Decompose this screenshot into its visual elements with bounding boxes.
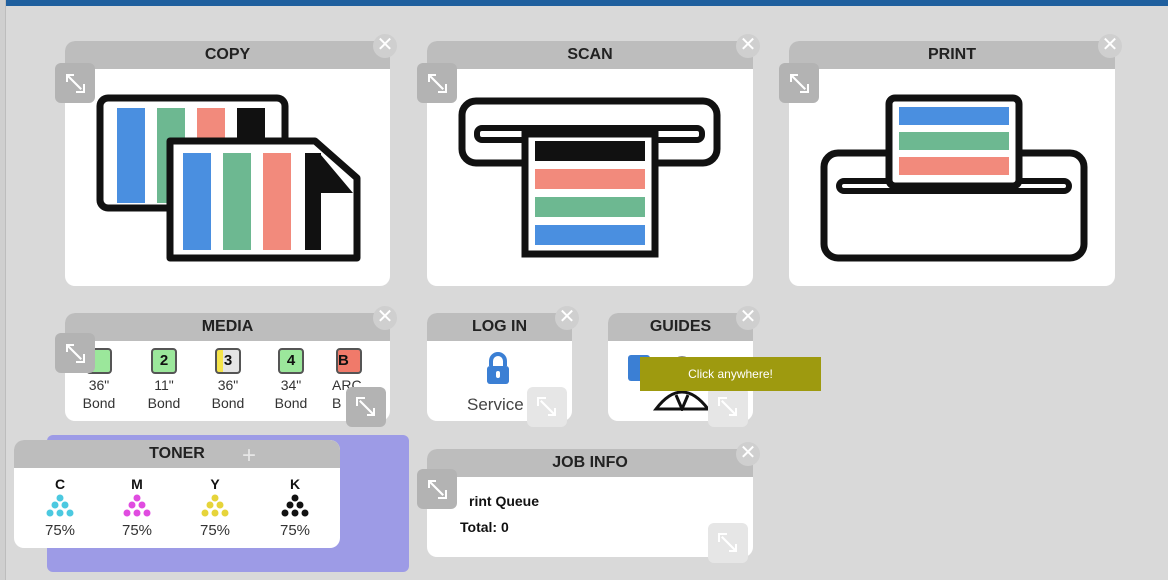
- copy-title: COPY: [65, 41, 390, 69]
- toner-cyan-dots-icon: [46, 494, 74, 517]
- media-tile[interactable]: MEDIA ✕ 36" Bond 2 11" Bond 3 36" Bond 4…: [55, 306, 397, 427]
- top-accent-bar: [0, 0, 1168, 6]
- toner-yellow-letter: Y: [210, 476, 220, 492]
- print-title: PRINT: [789, 41, 1115, 69]
- click-anywhere-tooltip[interactable]: Click anywhere!: [640, 357, 821, 391]
- media-close-icon[interactable]: ✕: [373, 306, 397, 330]
- media-size-1: 36": [88, 377, 110, 393]
- media-badge-5: B: [336, 348, 362, 374]
- jobinfo-tile[interactable]: JOB INFO ✕ rint Queue Total: 0: [417, 442, 760, 563]
- toner-magenta-dots-icon: [123, 494, 151, 517]
- toner-title: TONER: [14, 440, 340, 468]
- scan-close-icon[interactable]: ✕: [736, 34, 760, 58]
- media-size-2: 11": [154, 377, 174, 393]
- media-item-2[interactable]: 2 11" Bond: [142, 348, 186, 412]
- toner-black-letter: K: [289, 476, 301, 492]
- media-type-1: Bond: [82, 395, 116, 411]
- print-illustration-icon: [820, 94, 1088, 262]
- login-service-label: Service: [467, 395, 524, 414]
- media-type-3: Bond: [211, 395, 245, 411]
- media-resize-icon[interactable]: [346, 387, 386, 427]
- login-tile[interactable]: LOG IN ✕ Service: [427, 306, 579, 427]
- media-badge-3: 3: [215, 348, 241, 374]
- scan-illustration-icon: [458, 97, 721, 258]
- toner-magenta-letter: M: [131, 476, 143, 492]
- print-close-icon[interactable]: ✕: [1098, 34, 1122, 58]
- toner-magenta-percent: 75%: [121, 522, 153, 539]
- media-size-3: 36": [217, 377, 239, 393]
- toner-cyan-percent: 75%: [44, 522, 76, 539]
- jobinfo-resize-icon[interactable]: [708, 523, 748, 563]
- toner-black: K 75%: [267, 476, 323, 539]
- left-edge: [0, 0, 6, 580]
- guides-close-icon[interactable]: ✕: [736, 306, 760, 330]
- jobinfo-total-label: Total: 0: [460, 519, 509, 535]
- login-title: LOG IN: [427, 313, 572, 341]
- toner-yellow-percent: 75%: [199, 522, 231, 539]
- media-size-4: 34": [280, 377, 302, 393]
- scan-expand-icon[interactable]: [417, 63, 457, 103]
- media-item-4[interactable]: 4 34" Bond: [269, 348, 313, 412]
- media-badge-4: 4: [278, 348, 304, 374]
- login-close-icon[interactable]: ✕: [555, 306, 579, 330]
- copy-expand-icon[interactable]: [55, 63, 95, 103]
- toner-black-percent: 75%: [279, 522, 311, 539]
- guides-title: GUIDES: [608, 313, 753, 341]
- scan-title: SCAN: [427, 41, 753, 69]
- toner-magenta: M 75%: [109, 476, 165, 539]
- media-type-2: Bond: [147, 395, 181, 411]
- toner-add-icon[interactable]: +: [242, 442, 256, 470]
- copy-illustration-icon: [96, 94, 361, 262]
- toner-cyan: C 75%: [32, 476, 88, 539]
- copy-tile[interactable]: COPY ✕: [55, 34, 397, 286]
- toner-tile[interactable]: TONER + C 75% M 75% Y 75% K 75%: [14, 440, 340, 548]
- guides-resize-icon[interactable]: [708, 387, 748, 427]
- jobinfo-close-icon[interactable]: ✕: [736, 442, 760, 466]
- print-expand-icon[interactable]: [779, 63, 819, 103]
- jobinfo-queue-label: rint Queue: [469, 493, 540, 509]
- media-title: MEDIA: [65, 313, 390, 341]
- media-badge-2: 2: [151, 348, 177, 374]
- toner-cyan-letter: C: [54, 476, 66, 492]
- scan-tile[interactable]: SCAN ✕: [417, 34, 760, 286]
- print-tile[interactable]: PRINT ✕: [779, 34, 1122, 286]
- copy-close-icon[interactable]: ✕: [373, 34, 397, 58]
- toner-black-dots-icon: [281, 494, 309, 517]
- media-item-3[interactable]: 3 36" Bond: [206, 348, 250, 412]
- media-collapse-icon[interactable]: [55, 333, 95, 373]
- toner-yellow-dots-icon: [201, 494, 229, 517]
- login-resize-icon[interactable]: [527, 387, 567, 427]
- jobinfo-expand-icon[interactable]: [417, 469, 457, 509]
- jobinfo-title: JOB INFO: [427, 449, 753, 477]
- lock-icon: [487, 352, 509, 384]
- media-type-4: Bond: [274, 395, 308, 411]
- toner-yellow: Y 75%: [187, 476, 243, 539]
